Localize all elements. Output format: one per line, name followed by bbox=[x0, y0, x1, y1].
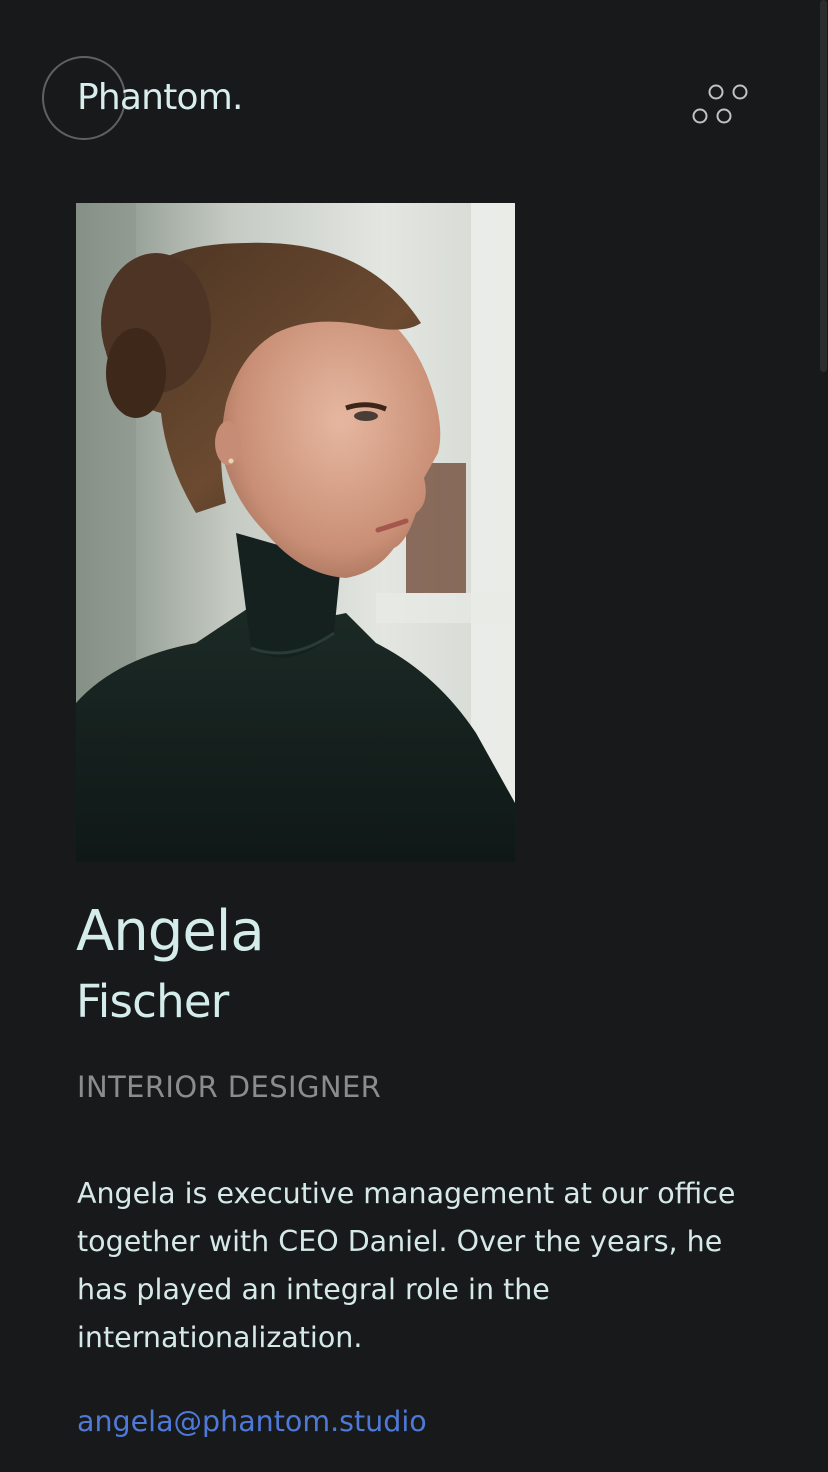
four-circles-menu-icon bbox=[692, 84, 748, 124]
logo-text: Phantom. bbox=[77, 77, 243, 118]
logo-link[interactable]: Phantom. bbox=[42, 56, 282, 142]
last-name: Fischer bbox=[76, 975, 229, 1028]
email-link[interactable]: angela@phantom.studio bbox=[77, 1400, 427, 1444]
profile-photo bbox=[76, 203, 515, 862]
bio-text: Angela is executive management at our of… bbox=[77, 1177, 736, 1354]
role-title: INTERIOR DESIGNER bbox=[77, 1070, 382, 1104]
scrollbar-thumb[interactable] bbox=[820, 0, 827, 372]
menu-button[interactable] bbox=[688, 80, 754, 128]
first-name: Angela bbox=[76, 899, 265, 964]
page-scrollbar[interactable] bbox=[818, 0, 828, 380]
team-member-page: Phantom. Angela Fischer INTERIOR DESIGNE… bbox=[0, 0, 828, 1472]
